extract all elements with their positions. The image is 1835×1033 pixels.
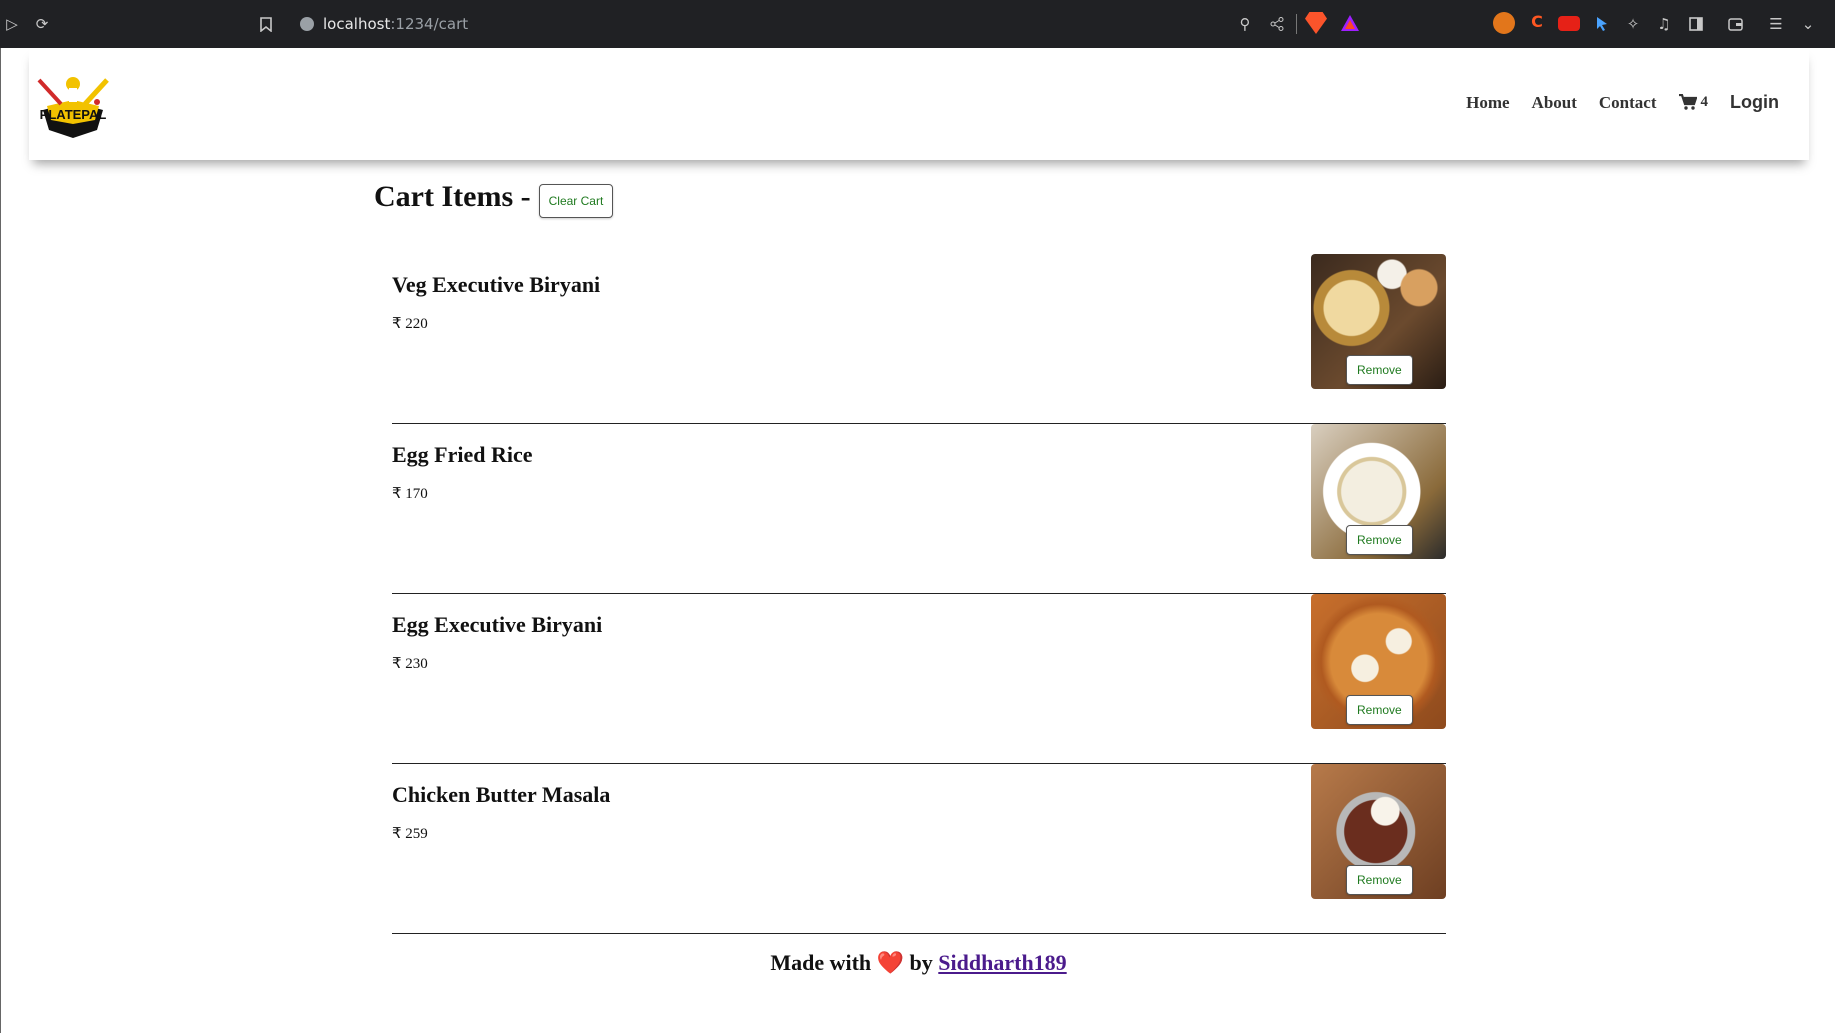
item-name: Veg Executive Biryani <box>392 272 601 297</box>
heart-icon: ❤️ <box>876 950 905 975</box>
info-icon <box>300 17 314 31</box>
brave-shield-icon[interactable] <box>1305 12 1327 34</box>
puzzle-icon[interactable]: ✧ <box>1621 12 1645 36</box>
nav-home[interactable]: Home <box>1466 93 1509 113</box>
item-name: Chicken Butter Masala <box>392 782 611 807</box>
item-price: ₹ 170 <box>392 486 428 502</box>
remove-button[interactable]: Remove <box>1346 355 1413 385</box>
cart-link[interactable]: 4 <box>1678 94 1709 111</box>
item-image: Remove <box>1311 424 1446 559</box>
reload-icon[interactable]: ⟳ <box>30 12 54 36</box>
share-icon[interactable] <box>1265 12 1289 36</box>
page: PLATEPAL Home About Contact 4 Login Cart… <box>0 48 1835 1033</box>
url-host: localhost <box>323 15 391 33</box>
item-image: Remove <box>1311 594 1446 729</box>
item-price: ₹ 259 <box>392 826 428 842</box>
sidebar-icon[interactable] <box>1684 12 1708 36</box>
item-name: Egg Executive Biryani <box>392 612 603 637</box>
menu-icon[interactable]: ☰ <box>1764 12 1788 36</box>
extension-c-icon[interactable]: C <box>1526 12 1548 34</box>
cart-item: Egg Executive Biryani ₹ 230 Remove <box>392 594 1446 764</box>
cart-header: Cart Items - Clear Cart <box>374 176 614 218</box>
item-price: ₹ 220 <box>392 316 428 332</box>
remove-button[interactable]: Remove <box>1346 865 1413 895</box>
rewards-icon[interactable] <box>1339 12 1361 34</box>
browser-toolbar: ▷ ⟳ localhost:1234/cart ⚲ C ✧ ♫ ☰ ⌄ <box>0 0 1835 48</box>
nav-contact[interactable]: Contact <box>1599 93 1657 113</box>
address-bar[interactable]: localhost:1234/cart <box>300 12 468 36</box>
navbar: PLATEPAL Home About Contact 4 Login <box>29 48 1809 160</box>
remove-button[interactable]: Remove <box>1346 695 1413 725</box>
cart-item: Chicken Butter Masala ₹ 259 Remove <box>392 764 1446 934</box>
music-icon[interactable]: ♫ <box>1652 12 1676 36</box>
metamask-icon[interactable] <box>1493 12 1515 34</box>
cart-item: Egg Fried Rice ₹ 170 Remove <box>392 424 1446 594</box>
url-path: :1234/cart <box>390 15 469 33</box>
main-nav: Home About Contact 4 Login <box>1466 92 1779 113</box>
cursor-icon[interactable] <box>1590 12 1612 34</box>
cart-count: 4 <box>1700 94 1709 110</box>
bookmark-icon[interactable] <box>254 12 278 36</box>
item-image: Remove <box>1311 764 1446 899</box>
item-name: Egg Fried Rice <box>392 442 533 467</box>
nav-about[interactable]: About <box>1532 93 1577 113</box>
clear-cart-button[interactable]: Clear Cart <box>538 184 614 218</box>
play-icon[interactable]: ▷ <box>0 12 24 36</box>
cart-items-list: Veg Executive Biryani ₹ 220 Remove Egg F… <box>392 254 1446 934</box>
footer-by: by <box>909 950 933 975</box>
login-link[interactable]: Login <box>1730 92 1779 113</box>
page-title: Cart Items - <box>374 180 531 213</box>
author-link[interactable]: Siddharth189 <box>938 950 1066 975</box>
item-image: Remove <box>1311 254 1446 389</box>
footer-prefix: Made with <box>770 950 872 975</box>
remove-button[interactable]: Remove <box>1346 525 1413 555</box>
wallet-icon[interactable] <box>1723 12 1747 36</box>
chevron-down-icon[interactable]: ⌄ <box>1796 12 1820 36</box>
platepal-logo[interactable]: PLATEPAL <box>33 72 113 140</box>
footer: Made with ❤️ by Siddharth189 <box>1 950 1835 976</box>
zoom-icon[interactable]: ⚲ <box>1233 12 1257 36</box>
cart-item: Veg Executive Biryani ₹ 220 Remove <box>392 254 1446 424</box>
youtube-icon[interactable] <box>1558 16 1580 31</box>
item-price: ₹ 230 <box>392 656 428 672</box>
svg-text:PLATEPAL: PLATEPAL <box>40 107 107 122</box>
cart-icon <box>1678 94 1697 110</box>
